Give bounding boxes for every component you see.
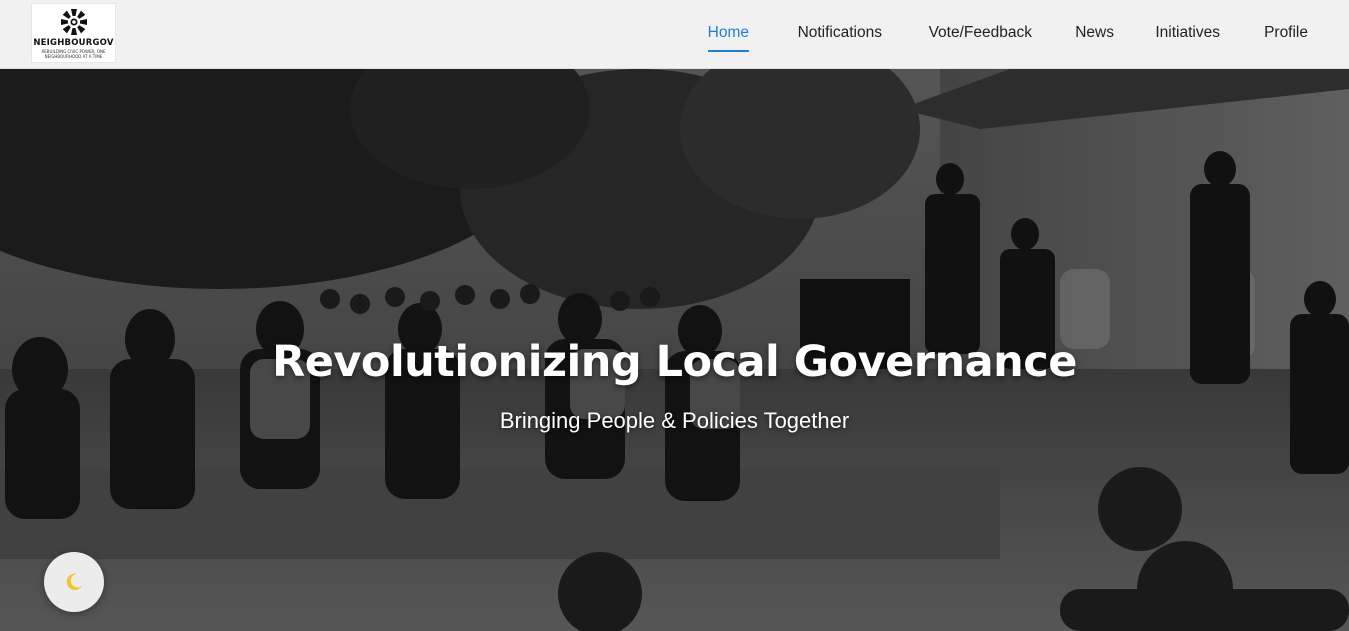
site-header: NEIGHBOURGOV REBUILDING CIVIC POWER, ONE… — [0, 0, 1349, 69]
moon-icon — [66, 573, 83, 591]
nav-home[interactable]: Home — [707, 24, 749, 52]
nav-initiatives[interactable]: Initiatives — [1155, 24, 1220, 52]
hero-title: Revolutionizing Local Governance — [272, 337, 1077, 387]
hero-section: Revolutionizing Local Governance Bringin… — [0, 69, 1349, 631]
brand-name: NEIGHBOURGOV — [33, 38, 114, 48]
theme-toggle-button[interactable] — [44, 552, 104, 612]
nav-notifications[interactable]: Notifications — [798, 24, 882, 52]
hero-subtitle: Bringing People & Policies Together — [499, 408, 850, 433]
brand-tagline: REBUILDING CIVIC POWER, ONE NEIGHBOURHOO… — [41, 49, 106, 59]
sunburst-logo-icon — [60, 9, 87, 35]
nav-profile[interactable]: Profile — [1264, 24, 1308, 52]
brand-logo[interactable]: NEIGHBOURGOV REBUILDING CIVIC POWER, ONE… — [31, 3, 116, 63]
nav-news[interactable]: News — [1075, 24, 1114, 52]
nav-vote-feedback[interactable]: Vote/Feedback — [929, 24, 1032, 52]
